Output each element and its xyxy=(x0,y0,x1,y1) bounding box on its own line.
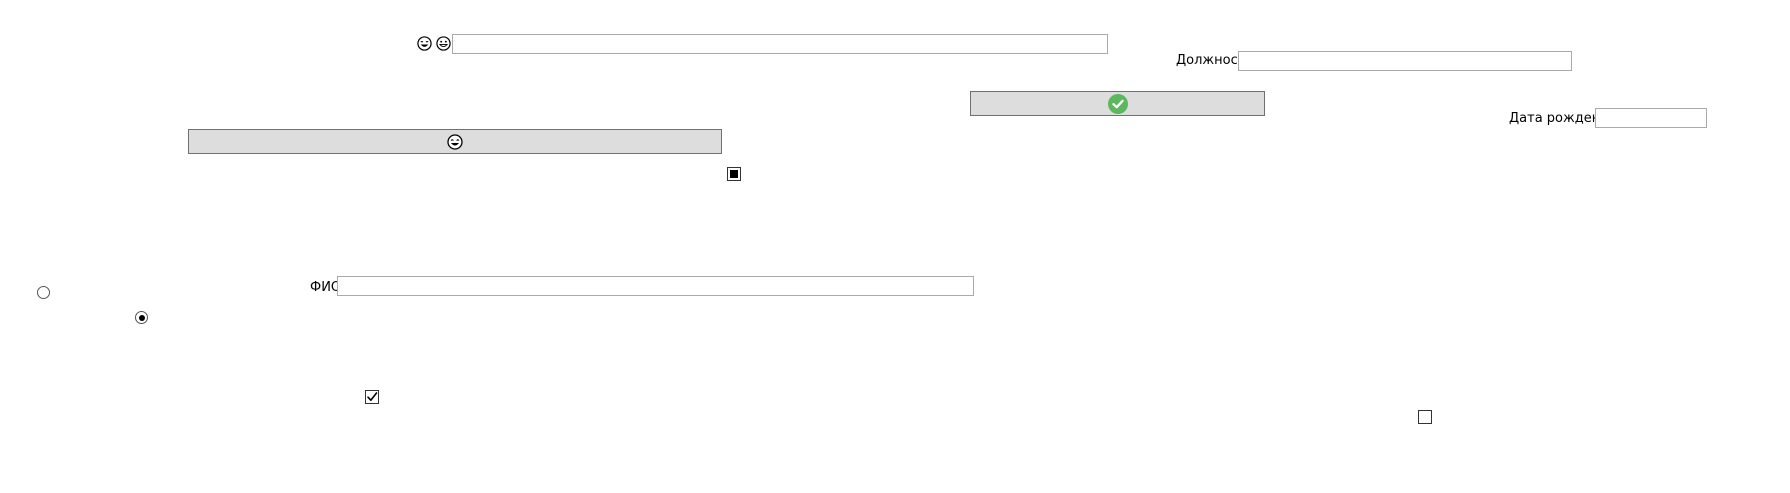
checkbox-checked[interactable] xyxy=(365,390,379,404)
radio-selected[interactable] xyxy=(135,311,148,324)
radio-unselected[interactable] xyxy=(37,286,50,299)
laughing-face-icon[interactable] xyxy=(417,36,432,51)
top-text-field[interactable] xyxy=(452,34,1108,54)
checkbox-unchecked[interactable] xyxy=(1418,410,1432,424)
position-field[interactable] xyxy=(1238,51,1572,71)
confirm-button[interactable] xyxy=(970,91,1265,116)
grinning-face-icon[interactable] xyxy=(436,36,451,51)
checkbox-indeterminate[interactable] xyxy=(727,167,741,181)
emoji-button[interactable] xyxy=(188,129,722,154)
fio-field[interactable] xyxy=(337,276,974,296)
radio-dot xyxy=(138,314,145,321)
check-circle-icon xyxy=(1107,93,1128,114)
birthdate-field[interactable] xyxy=(1595,108,1707,128)
laughing-face-icon xyxy=(447,133,463,150)
indeterminate-mark xyxy=(730,170,738,178)
checkmark-icon xyxy=(367,392,378,401)
